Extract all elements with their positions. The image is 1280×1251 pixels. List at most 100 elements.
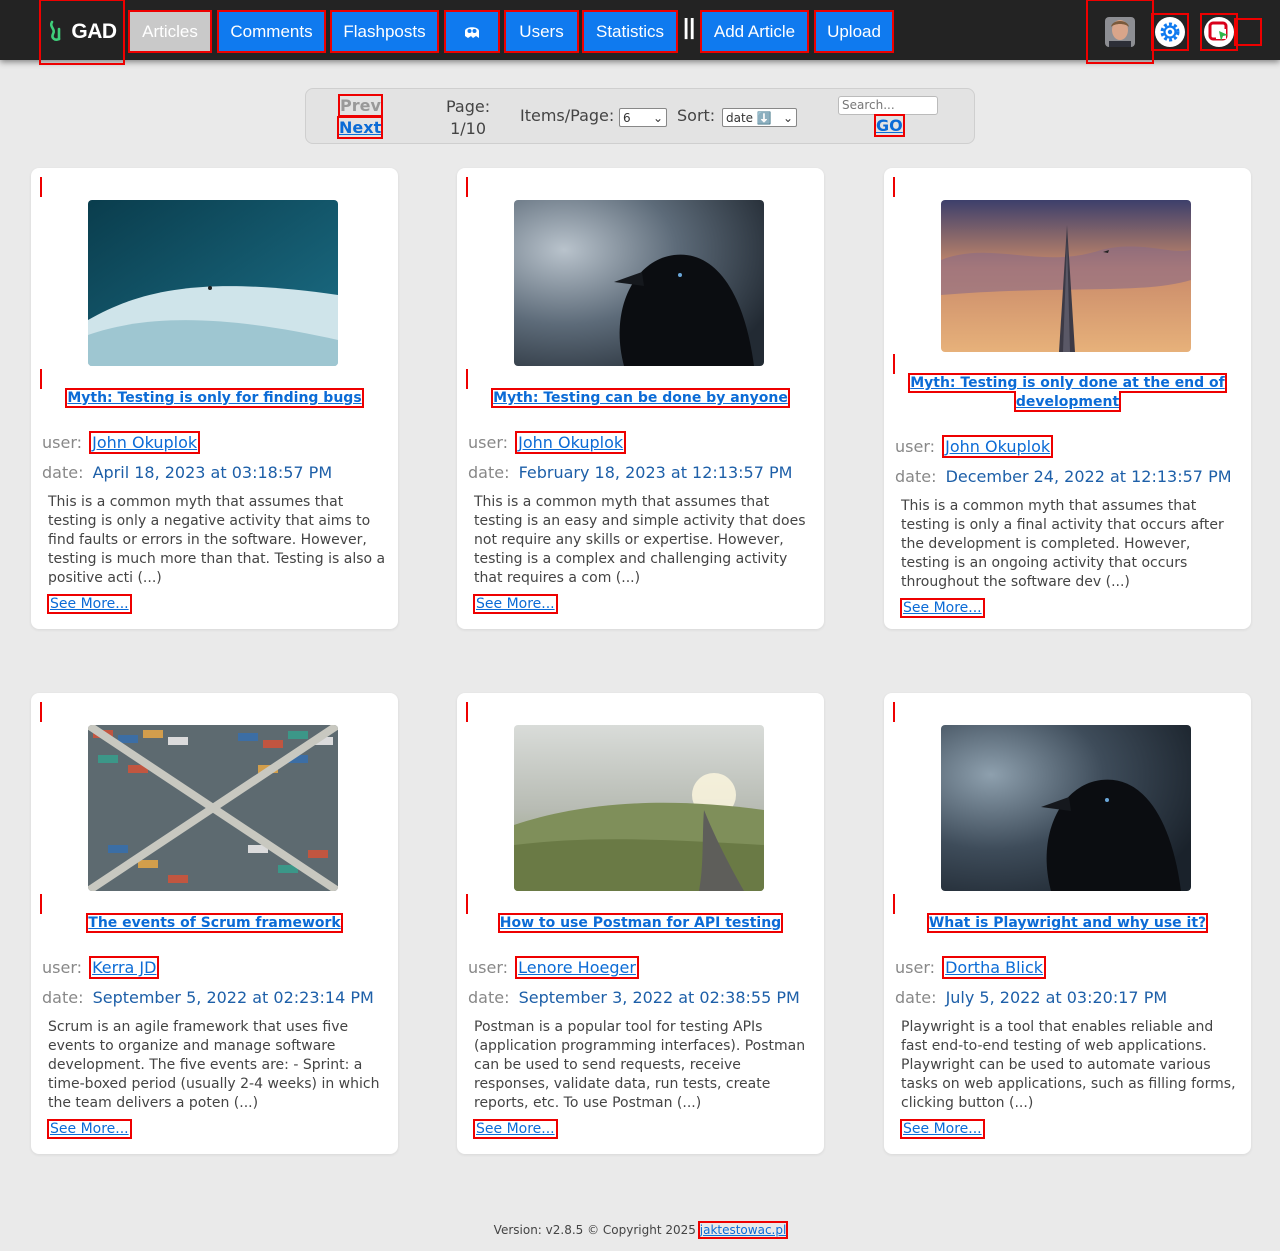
sort-value: date ⬇️ — [726, 110, 772, 125]
author-link[interactable]: John Okuplok — [515, 431, 627, 454]
nav-statistics-button[interactable]: Statistics — [582, 10, 678, 53]
article-image[interactable] — [514, 200, 764, 366]
article-excerpt: Scrum is an agile framework that uses fi… — [48, 1019, 380, 1111]
article-date: date: April 18, 2023 at 03:18:57 PM — [42, 463, 333, 482]
game-icon — [465, 26, 479, 38]
nav-comments-button[interactable]: Comments — [217, 10, 326, 53]
article-title[interactable]: Myth: Testing is only done at the end of… — [904, 373, 1231, 412]
article-user: user: Dortha Blick — [895, 956, 1047, 979]
nav-separator: || — [683, 14, 696, 39]
author-link[interactable]: John Okuplok — [89, 431, 201, 454]
items-per-page-label: Items/Page: — [520, 106, 615, 125]
card-marker — [466, 894, 468, 914]
next-page-link[interactable]: Next — [336, 116, 384, 139]
extra-action-button[interactable] — [1234, 18, 1262, 46]
page-value: 1/10 — [450, 119, 487, 138]
search-input[interactable]: Search... — [838, 96, 938, 115]
card-marker — [40, 894, 42, 914]
article-user: user: John Okuplok — [468, 431, 627, 454]
article-image[interactable] — [514, 725, 764, 891]
upload-button[interactable]: Upload — [814, 10, 894, 53]
footer: Version: v2.8.5 © Copyright 2025 jaktest… — [0, 1221, 1280, 1239]
card-marker — [466, 369, 468, 389]
card-marker — [466, 177, 468, 197]
article-title[interactable]: Myth: Testing can be done by anyone — [477, 388, 804, 408]
card-marker — [466, 702, 468, 722]
card-marker — [40, 369, 42, 389]
article-title[interactable]: The events of Scrum framework — [51, 913, 378, 933]
date-value: December 24, 2022 at 12:13:57 PM — [945, 467, 1232, 486]
article-card: Myth: Testing can be done by anyone user… — [457, 168, 824, 629]
article-card: The events of Scrum framework user: Kerr… — [31, 693, 398, 1154]
article-card: How to use Postman for API testing user:… — [457, 693, 824, 1154]
items-per-page-select[interactable]: 6 ⌄ — [619, 108, 667, 127]
article-user: user: Kerra JD — [42, 956, 160, 979]
see-more-link[interactable]: See More... — [473, 1119, 558, 1139]
article-user: user: John Okuplok — [895, 435, 1054, 458]
article-date: date: September 3, 2022 at 02:38:55 PM — [468, 988, 800, 1007]
article-date: date: February 18, 2023 at 12:13:57 PM — [468, 463, 793, 482]
sort-select[interactable]: date ⬇️ ⌄ — [722, 108, 797, 127]
author-link[interactable]: Lenore Hoeger — [515, 956, 639, 979]
article-card: Myth: Testing is only for finding bugs u… — [31, 168, 398, 629]
search-go-button[interactable]: GO — [874, 114, 905, 137]
article-image[interactable] — [941, 200, 1191, 352]
card-marker — [893, 702, 895, 722]
prev-page-link[interactable]: Prev — [338, 94, 383, 117]
pagination-bar: Prev Next Page: 1/10 Items/Page: 6 ⌄ Sor… — [305, 88, 975, 144]
author-link[interactable]: John Okuplok — [942, 435, 1054, 458]
card-marker — [40, 702, 42, 722]
nav-game-button[interactable] — [444, 10, 500, 53]
nav-articles-button[interactable]: Articles — [128, 10, 212, 53]
article-date: date: September 5, 2022 at 02:23:14 PM — [42, 988, 374, 1007]
nav-users-button[interactable]: Users — [504, 10, 579, 53]
settings-button[interactable] — [1151, 13, 1189, 51]
footer-text: Version: v2.8.5 © Copyright 2025 — [493, 1223, 696, 1237]
see-more-link[interactable]: See More... — [900, 598, 985, 618]
see-more-link[interactable]: See More... — [47, 594, 132, 614]
add-article-button[interactable]: Add Article — [700, 10, 809, 53]
see-more-link[interactable]: See More... — [47, 1119, 132, 1139]
page-indicator: Page: 1/10 — [446, 96, 490, 140]
avatar — [1105, 16, 1135, 47]
logo[interactable]: GAD — [39, 0, 125, 65]
login-icon — [1208, 21, 1228, 41]
card-marker — [893, 177, 895, 197]
article-image[interactable] — [941, 725, 1191, 891]
login-button[interactable] — [1200, 13, 1238, 51]
article-excerpt: This is a common myth that assumes that … — [474, 494, 806, 586]
top-navbar: GAD Articles Comments Flashposts Users S… — [0, 0, 1280, 65]
items-per-page-value: 6 — [623, 110, 631, 125]
logo-text: GAD — [71, 20, 117, 43]
article-image[interactable] — [88, 725, 338, 891]
page-label: Page: — [446, 97, 491, 116]
nav-flashposts-button[interactable]: Flashposts — [330, 10, 439, 53]
article-user: user: John Okuplok — [42, 431, 201, 454]
date-value: April 18, 2023 at 03:18:57 PM — [92, 463, 333, 482]
see-more-link[interactable]: See More... — [900, 1119, 985, 1139]
chevron-down-icon: ⌄ — [652, 110, 663, 125]
article-user: user: Lenore Hoeger — [468, 956, 639, 979]
article-title[interactable]: What is Playwright and why use it? — [904, 913, 1231, 933]
chevron-down-icon: ⌄ — [782, 110, 793, 125]
card-marker — [40, 177, 42, 197]
see-more-link[interactable]: See More... — [473, 594, 558, 614]
article-date: date: July 5, 2022 at 03:20:17 PM — [895, 988, 1168, 1007]
article-title[interactable]: Myth: Testing is only for finding bugs — [51, 388, 378, 408]
author-link[interactable]: Dortha Blick — [942, 956, 1047, 979]
author-link[interactable]: Kerra JD — [89, 956, 160, 979]
article-excerpt: Playwright is a tool that enables reliab… — [901, 1019, 1236, 1111]
article-date: date: December 24, 2022 at 12:13:57 PM — [895, 467, 1232, 486]
logo-icon — [50, 20, 61, 41]
article-image[interactable] — [88, 200, 338, 366]
gear-icon — [1160, 22, 1180, 42]
article-card: What is Playwright and why use it? user:… — [884, 693, 1251, 1154]
date-value: February 18, 2023 at 12:13:57 PM — [518, 463, 793, 482]
user-avatar-button[interactable] — [1086, 0, 1154, 64]
article-title[interactable]: How to use Postman for API testing — [477, 913, 804, 933]
date-value: September 5, 2022 at 02:23:14 PM — [92, 988, 374, 1007]
footer-link[interactable]: jaktestowac.pl — [697, 1221, 789, 1239]
date-value: September 3, 2022 at 02:38:55 PM — [518, 988, 800, 1007]
article-excerpt: Postman is a popular tool for testing AP… — [474, 1019, 806, 1111]
sort-label: Sort: — [677, 106, 716, 125]
